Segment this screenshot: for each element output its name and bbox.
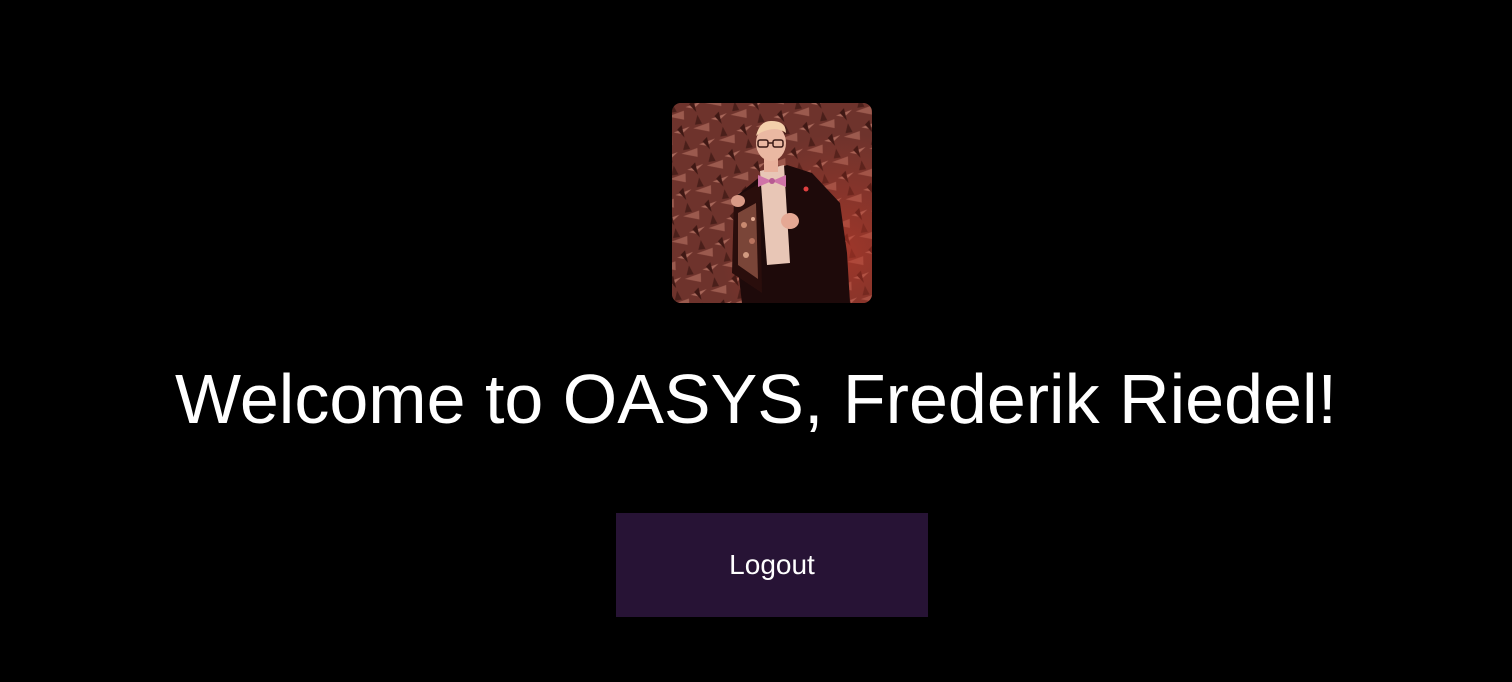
logout-button[interactable]: Logout — [616, 513, 928, 617]
profile-photo-icon — [672, 103, 872, 303]
welcome-heading: Welcome to OASYS, Frederik Riedel! — [175, 360, 1337, 438]
profile-avatar — [672, 103, 872, 303]
welcome-page: Welcome to OASYS, Frederik Riedel! Logou… — [0, 0, 1512, 682]
